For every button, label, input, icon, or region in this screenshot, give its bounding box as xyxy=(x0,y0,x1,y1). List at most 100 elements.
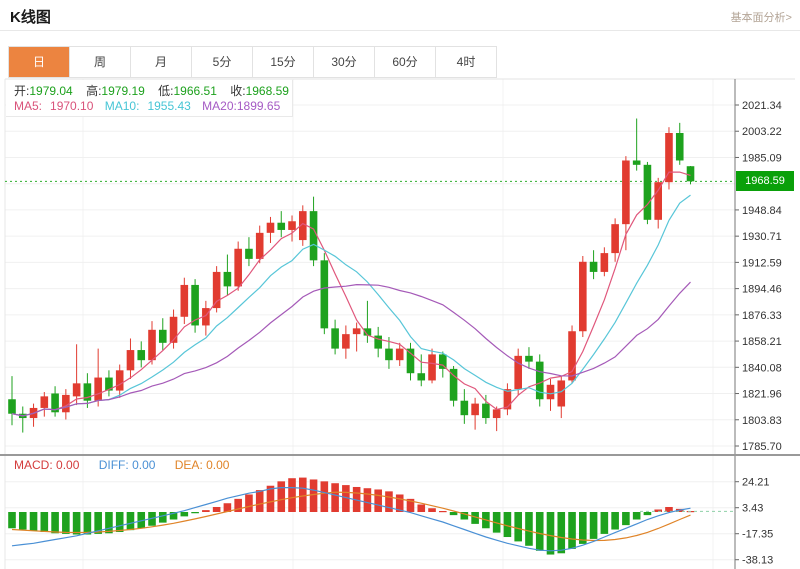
candle-body xyxy=(223,271,232,287)
candle-body xyxy=(245,248,253,259)
low-label: 低: xyxy=(158,84,174,98)
candle-body xyxy=(439,354,447,369)
macd-bar xyxy=(277,481,286,512)
y-axis-label: 1785.70 xyxy=(742,441,782,453)
macd-bar xyxy=(309,479,318,512)
y-axis-label: 1840.08 xyxy=(742,362,782,374)
candle-body xyxy=(546,384,555,400)
candle-body xyxy=(632,160,641,165)
low-value: 1966.51 xyxy=(173,84,217,98)
candle-body xyxy=(309,211,318,261)
candle-body xyxy=(212,271,221,309)
candle-body xyxy=(675,132,684,161)
close-value: 1968.59 xyxy=(245,84,289,98)
macd-axis-label: 24.21 xyxy=(742,477,770,489)
macd-bar xyxy=(568,512,576,549)
high-value: 1979.19 xyxy=(101,84,145,98)
y-axis-label: 2003.22 xyxy=(742,126,782,138)
candle-body xyxy=(288,221,296,230)
macd-axis-label: -38.13 xyxy=(742,555,773,567)
y-axis-label: 2021.34 xyxy=(742,100,782,112)
y-axis-label: 1912.59 xyxy=(742,257,782,269)
macd-bar xyxy=(320,481,329,512)
candle-body xyxy=(137,350,146,361)
y-axis-label: 1948.84 xyxy=(742,205,782,217)
candle-body xyxy=(94,377,102,401)
candle-body xyxy=(395,348,404,361)
macd-bar xyxy=(288,478,296,512)
diff-label: DIFF: 0.00 xyxy=(98,458,156,472)
ma20-label: MA20: xyxy=(202,99,237,113)
candle-body xyxy=(234,248,242,287)
candle-body xyxy=(40,396,49,408)
macd-bar xyxy=(643,512,652,516)
ma20-line xyxy=(11,281,691,417)
candle-body xyxy=(460,400,469,416)
macd-bar xyxy=(51,512,59,534)
candle-body xyxy=(471,403,479,416)
macd-bar xyxy=(632,512,641,520)
candle-body xyxy=(8,399,16,414)
candle-body xyxy=(557,380,566,407)
ma5-value: 1970.10 xyxy=(50,99,94,113)
macd-bar xyxy=(557,512,566,554)
candle-body xyxy=(589,261,598,272)
ma20-value: 1899.65 xyxy=(236,99,281,113)
candle-body xyxy=(428,354,436,381)
candle-body xyxy=(482,403,490,419)
candle-body xyxy=(266,222,275,233)
macd-bar xyxy=(374,489,382,512)
high-label: 高: xyxy=(86,84,102,98)
macd-bar xyxy=(589,512,598,539)
ma-row: MA5: 1970.10 MA10: 1955.43 MA20:1899.65 xyxy=(14,99,280,113)
candle-body xyxy=(115,370,124,391)
ohlc-row: 开:1979.04 高:1979.19 低:1966.51 收:1968.59 xyxy=(14,82,299,99)
diff-line xyxy=(11,487,691,552)
candle-body xyxy=(277,222,286,230)
macd-bar xyxy=(417,504,426,512)
candle-body xyxy=(72,383,81,397)
macd-bar xyxy=(525,512,533,546)
current-price-badge: 1968.59 xyxy=(736,171,794,191)
ohlc-panel: 开:1979.04 高:1979.19 低:1966.51 收:1968.59 … xyxy=(6,80,293,117)
macd-bar xyxy=(126,512,135,531)
candle-body xyxy=(385,348,393,361)
macd-bar xyxy=(180,512,189,517)
candle-body xyxy=(686,166,695,182)
macd-bar xyxy=(546,512,555,555)
candle-body xyxy=(406,348,415,374)
ma10-label: MA10: xyxy=(104,99,140,113)
macd-label: MACD: 0.00 xyxy=(14,458,80,472)
macd-bar xyxy=(212,506,221,512)
kline-app: K线图 基本面分析> 日 周 月 5分 15分 30分 60分 4时 2021.… xyxy=(0,0,800,569)
candle-body xyxy=(158,329,167,343)
macd-bar xyxy=(18,512,27,530)
macd-axis-label: 3.43 xyxy=(742,503,763,515)
y-axis-label: 1858.21 xyxy=(742,336,782,348)
macd-bar xyxy=(622,512,630,526)
y-axis-label: 1985.09 xyxy=(742,152,782,164)
macd-bar xyxy=(83,512,92,535)
macd-bar xyxy=(514,512,522,542)
candle-body xyxy=(579,261,587,332)
macd-bar xyxy=(115,512,124,533)
macd-bar xyxy=(202,510,210,512)
macd-bar xyxy=(298,477,307,512)
macd-bar xyxy=(449,512,458,516)
candle-body xyxy=(352,328,361,335)
open-value: 1979.04 xyxy=(29,84,73,98)
macd-bar xyxy=(611,512,619,530)
dea-label: DEA: 0.00 xyxy=(174,458,230,472)
macd-bar xyxy=(600,512,609,534)
macd-bar xyxy=(331,483,339,512)
candle-body xyxy=(320,260,329,329)
macd-bar xyxy=(158,512,167,523)
candle-body xyxy=(180,284,189,317)
candle-body xyxy=(622,160,630,225)
macd-bar xyxy=(8,512,16,529)
macd-bar xyxy=(428,508,436,512)
macd-legend: MACD: 0.00 DIFF: 0.00 DEA: 0.00 xyxy=(14,458,229,472)
macd-bar xyxy=(40,512,49,533)
candle-body xyxy=(525,355,533,362)
macd-bar xyxy=(363,488,372,512)
